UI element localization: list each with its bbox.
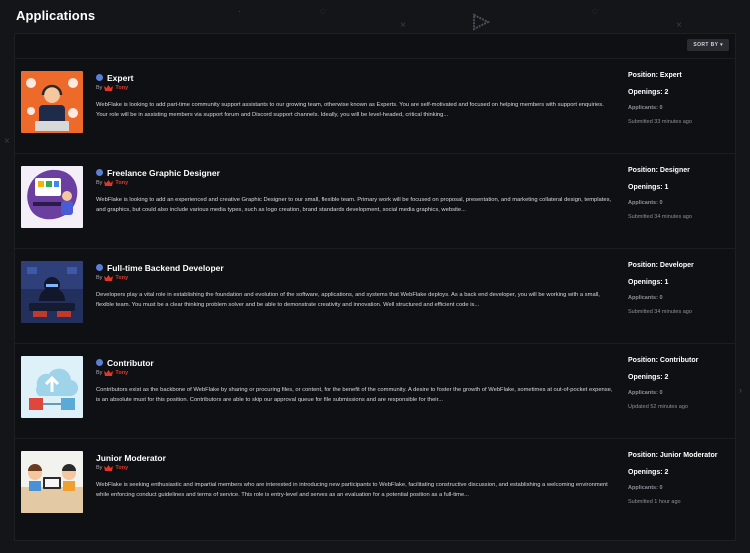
job-description: Developers play a vital role in establis… — [96, 292, 600, 308]
job-title[interactable]: Contributor — [107, 358, 154, 368]
applicants-count: Applicants: 0 — [628, 105, 663, 111]
sort-by-button[interactable]: SORT BY ▾ — [687, 39, 729, 51]
updated-time: Updated 52 minutes ago — [628, 404, 688, 410]
submitted-time: Submitted 33 minutes ago — [628, 119, 692, 125]
position-label: Position: Expert — [628, 72, 682, 79]
openings-count: Openings: 2 — [628, 374, 669, 381]
list-toolbar: SORT BY ▾ — [15, 34, 735, 59]
chevron-right-icon[interactable]: › — [739, 385, 742, 395]
job-title[interactable]: Freelance Graphic Designer — [107, 168, 220, 178]
background-decoration: ◌ — [592, 6, 598, 17]
crown-icon — [104, 370, 114, 376]
background-decoration: ◌ — [320, 6, 326, 17]
applicants-count: Applicants: 0 — [628, 295, 663, 301]
crown-icon — [104, 275, 114, 281]
openings-count: Openings: 1 — [628, 184, 669, 191]
sort-by-label: SORT BY — [693, 42, 719, 48]
cloud-upload-thumbnail[interactable] — [21, 356, 83, 418]
team-meeting-thumbnail[interactable] — [21, 451, 83, 513]
support-agent-thumbnail[interactable] — [21, 71, 83, 133]
status-dot — [96, 264, 103, 271]
job-description: WebFlake is seeking enthusiastic and imp… — [96, 482, 608, 498]
status-dot — [96, 74, 103, 81]
by-label: By — [96, 85, 103, 91]
crown-icon — [104, 85, 114, 91]
by-label: By — [96, 370, 103, 376]
position-label: Position: Contributor — [628, 357, 699, 364]
background-decoration: × — [4, 136, 10, 147]
submitted-time: Submitted 34 minutes ago — [628, 214, 692, 220]
crown-icon — [104, 180, 114, 186]
application-row[interactable]: Expert By Tony WebFlake is looking to ad… — [15, 59, 735, 154]
author-name[interactable]: Tony — [115, 275, 128, 281]
background-decoration: × — [676, 20, 682, 31]
submitted-time: Submitted 34 minutes ago — [628, 309, 692, 315]
job-description: WebFlake is looking to add part-time com… — [96, 102, 604, 118]
caret-down-icon: ▾ — [720, 42, 723, 48]
job-title[interactable]: Junior Moderator — [96, 453, 166, 463]
author-name[interactable]: Tony — [115, 370, 128, 376]
job-description: Contributors exist as the backbone of We… — [96, 387, 613, 403]
author-name[interactable]: Tony — [115, 180, 128, 186]
position-label: Position: Junior Moderator — [628, 452, 718, 459]
applicants-count: Applicants: 0 — [628, 390, 663, 396]
job-title[interactable]: Expert — [107, 73, 133, 83]
author-name[interactable]: Tony — [115, 85, 128, 91]
crown-icon — [104, 465, 114, 471]
page-title: Applications — [16, 8, 96, 23]
by-label: By — [96, 180, 103, 186]
status-dot — [96, 359, 103, 366]
graphic-designer-thumbnail[interactable] — [21, 166, 83, 228]
application-row[interactable]: Freelance Graphic Designer By Tony WebFl… — [15, 154, 735, 249]
hacker-thumbnail[interactable] — [21, 261, 83, 323]
applicants-count: Applicants: 0 — [628, 485, 663, 491]
by-label: By — [96, 275, 103, 281]
applicants-count: Applicants: 0 — [628, 200, 663, 206]
application-row[interactable]: Junior Moderator By Tony WebFlake is see… — [15, 439, 735, 533]
submitted-time: Submitted 1 hour ago — [628, 499, 681, 505]
applications-panel: SORT BY ▾ Expert By Tony WebFlake is loo… — [14, 33, 736, 541]
background-decoration: × — [400, 20, 406, 31]
application-row[interactable]: Full-time Backend Developer By Tony Deve… — [15, 249, 735, 344]
job-title[interactable]: Full-time Backend Developer — [107, 263, 224, 273]
status-dot — [96, 169, 103, 176]
openings-count: Openings: 1 — [628, 279, 669, 286]
play-icon — [473, 13, 490, 31]
application-row[interactable]: Contributor By Tony Contributors exist a… — [15, 344, 735, 439]
job-description: WebFlake is looking to add an experience… — [96, 197, 612, 213]
openings-count: Openings: 2 — [628, 469, 669, 476]
application-list: Expert By Tony WebFlake is looking to ad… — [15, 59, 735, 533]
by-label: By — [96, 465, 103, 471]
author-name[interactable]: Tony — [115, 465, 128, 471]
position-label: Position: Designer — [628, 167, 690, 174]
openings-count: Openings: 2 — [628, 89, 669, 96]
background-decoration: · — [238, 6, 242, 17]
position-label: Position: Developer — [628, 262, 694, 269]
